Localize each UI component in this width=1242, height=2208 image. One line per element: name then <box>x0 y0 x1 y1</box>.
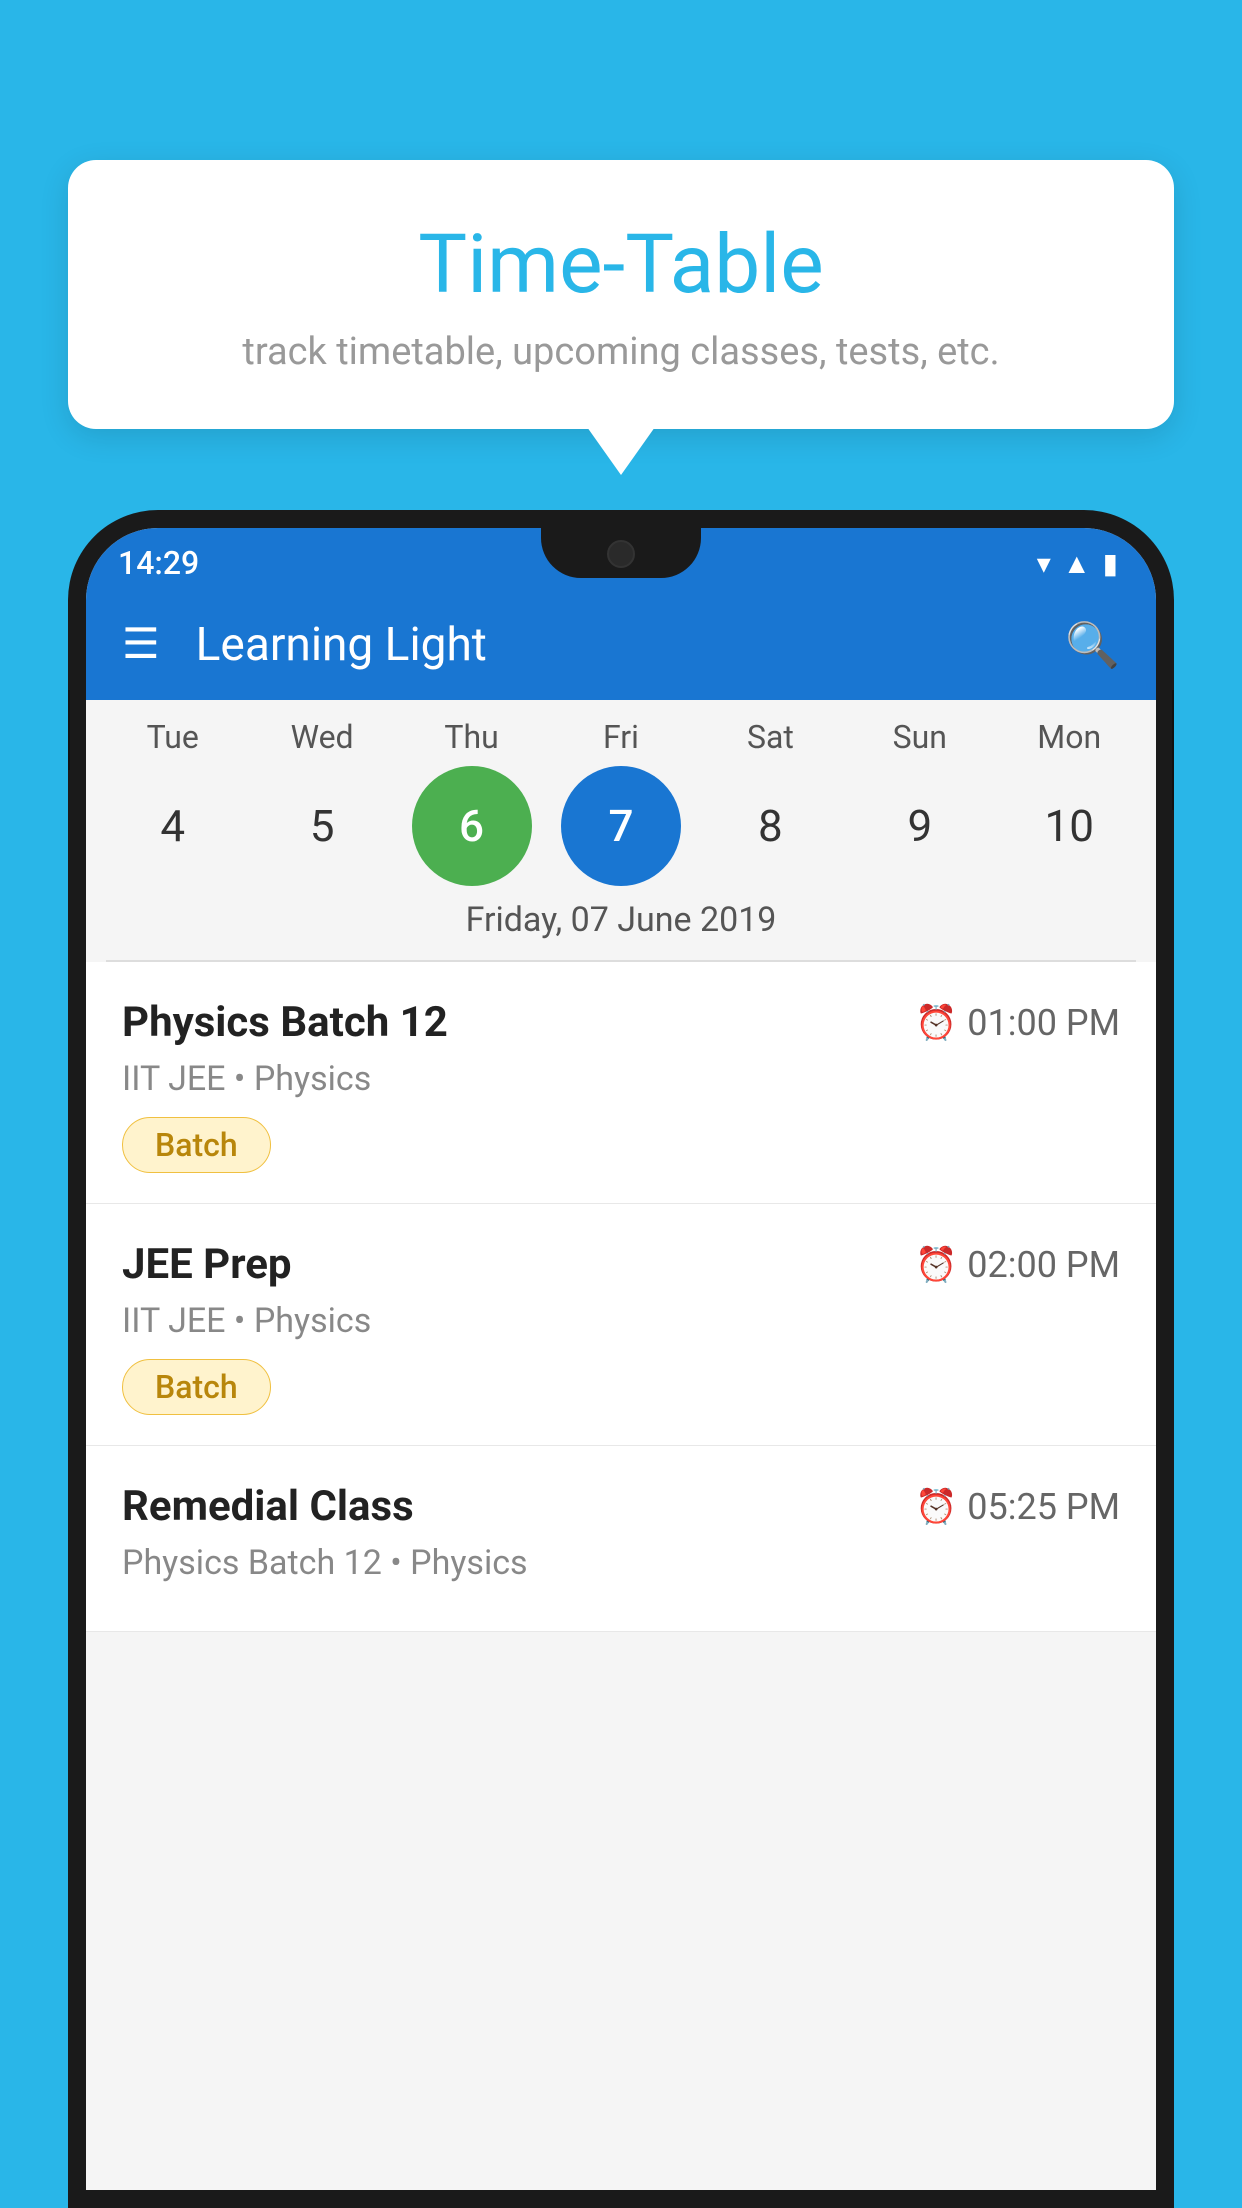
schedule-item-3[interactable]: Remedial Class ⏰ 05:25 PM Physics Batch … <box>86 1446 1156 1632</box>
day-4[interactable]: 4 <box>113 766 233 886</box>
tooltip-title: Time-Table <box>118 220 1124 310</box>
day-header-sun: Sun <box>860 718 980 756</box>
tooltip-subtitle: track timetable, upcoming classes, tests… <box>118 330 1124 374</box>
day-9[interactable]: 9 <box>860 766 980 886</box>
schedule-item-3-time: ⏰ 05:25 PM <box>915 1486 1120 1528</box>
day-header-fri: Fri <box>561 718 681 756</box>
selected-date-label: Friday, 07 June 2019 <box>86 886 1156 960</box>
day-headers: Tue Wed Thu Fri Sat Sun Mon <box>86 718 1156 756</box>
app-title: Learning Light <box>196 618 1030 672</box>
status-time: 14:29 <box>118 544 199 582</box>
day-header-thu: Thu <box>412 718 532 756</box>
schedule-item-3-meta: Physics Batch 12 • Physics <box>122 1543 1120 1583</box>
batch-tag-1: Batch <box>122 1117 271 1173</box>
schedule-item-3-time-label: 05:25 PM <box>967 1486 1120 1528</box>
schedule-item-3-header: Remedial Class ⏰ 05:25 PM <box>122 1482 1120 1531</box>
day-6-today[interactable]: 6 <box>412 766 532 886</box>
wifi-icon: ▾ <box>1037 547 1051 580</box>
schedule-item-1-meta: IIT JEE • Physics <box>122 1059 1120 1099</box>
batch-tag-2: Batch <box>122 1359 271 1415</box>
status-icons: ▾ ▲ ▮ <box>1037 547 1118 580</box>
battery-icon: ▮ <box>1103 547 1118 580</box>
schedule-item-1[interactable]: Physics Batch 12 ⏰ 01:00 PM IIT JEE • Ph… <box>86 962 1156 1204</box>
calendar-strip: Tue Wed Thu Fri Sat Sun Mon 4 5 6 7 8 9 … <box>86 700 1156 962</box>
phone-camera <box>607 540 635 568</box>
app-header: ☰ Learning Light 🔍 <box>86 590 1156 700</box>
schedule-item-1-time-label: 01:00 PM <box>967 1002 1120 1044</box>
schedule-list: Physics Batch 12 ⏰ 01:00 PM IIT JEE • Ph… <box>86 962 1156 1632</box>
day-8[interactable]: 8 <box>710 766 830 886</box>
schedule-item-2-header: JEE Prep ⏰ 02:00 PM <box>122 1240 1120 1289</box>
day-header-wed: Wed <box>262 718 382 756</box>
schedule-item-2-title: JEE Prep <box>122 1240 292 1289</box>
schedule-item-1-title: Physics Batch 12 <box>122 998 448 1047</box>
search-icon[interactable]: 🔍 <box>1065 619 1120 671</box>
day-5[interactable]: 5 <box>262 766 382 886</box>
day-header-mon: Mon <box>1009 718 1129 756</box>
phone-side-button-left <box>68 690 70 770</box>
schedule-item-1-header: Physics Batch 12 ⏰ 01:00 PM <box>122 998 1120 1047</box>
signal-icon: ▲ <box>1063 547 1091 580</box>
day-10[interactable]: 10 <box>1009 766 1129 886</box>
schedule-item-3-title: Remedial Class <box>122 1482 414 1531</box>
clock-icon-1: ⏰ <box>915 1003 957 1043</box>
day-header-tue: Tue <box>113 718 233 756</box>
schedule-item-2-meta: IIT JEE • Physics <box>122 1301 1120 1341</box>
clock-icon-3: ⏰ <box>915 1487 957 1527</box>
schedule-item-2-time-label: 02:00 PM <box>967 1244 1120 1286</box>
schedule-item-2-time: ⏰ 02:00 PM <box>915 1244 1120 1286</box>
tooltip-card: Time-Table track timetable, upcoming cla… <box>68 160 1174 429</box>
schedule-item-2[interactable]: JEE Prep ⏰ 02:00 PM IIT JEE • Physics Ba… <box>86 1204 1156 1446</box>
day-numbers: 4 5 6 7 8 9 10 <box>86 766 1156 886</box>
phone-frame: 14:29 ▾ ▲ ▮ ☰ Learning Light 🔍 Tue Wed T… <box>68 510 1174 2208</box>
phone-screen: 14:29 ▾ ▲ ▮ ☰ Learning Light 🔍 Tue Wed T… <box>86 528 1156 2190</box>
phone-notch <box>541 528 701 578</box>
schedule-item-1-time: ⏰ 01:00 PM <box>915 1002 1120 1044</box>
day-7-selected[interactable]: 7 <box>561 766 681 886</box>
hamburger-icon[interactable]: ☰ <box>122 624 160 666</box>
day-header-sat: Sat <box>710 718 830 756</box>
clock-icon-2: ⏰ <box>915 1245 957 1285</box>
phone-side-button-right <box>1172 690 1174 810</box>
